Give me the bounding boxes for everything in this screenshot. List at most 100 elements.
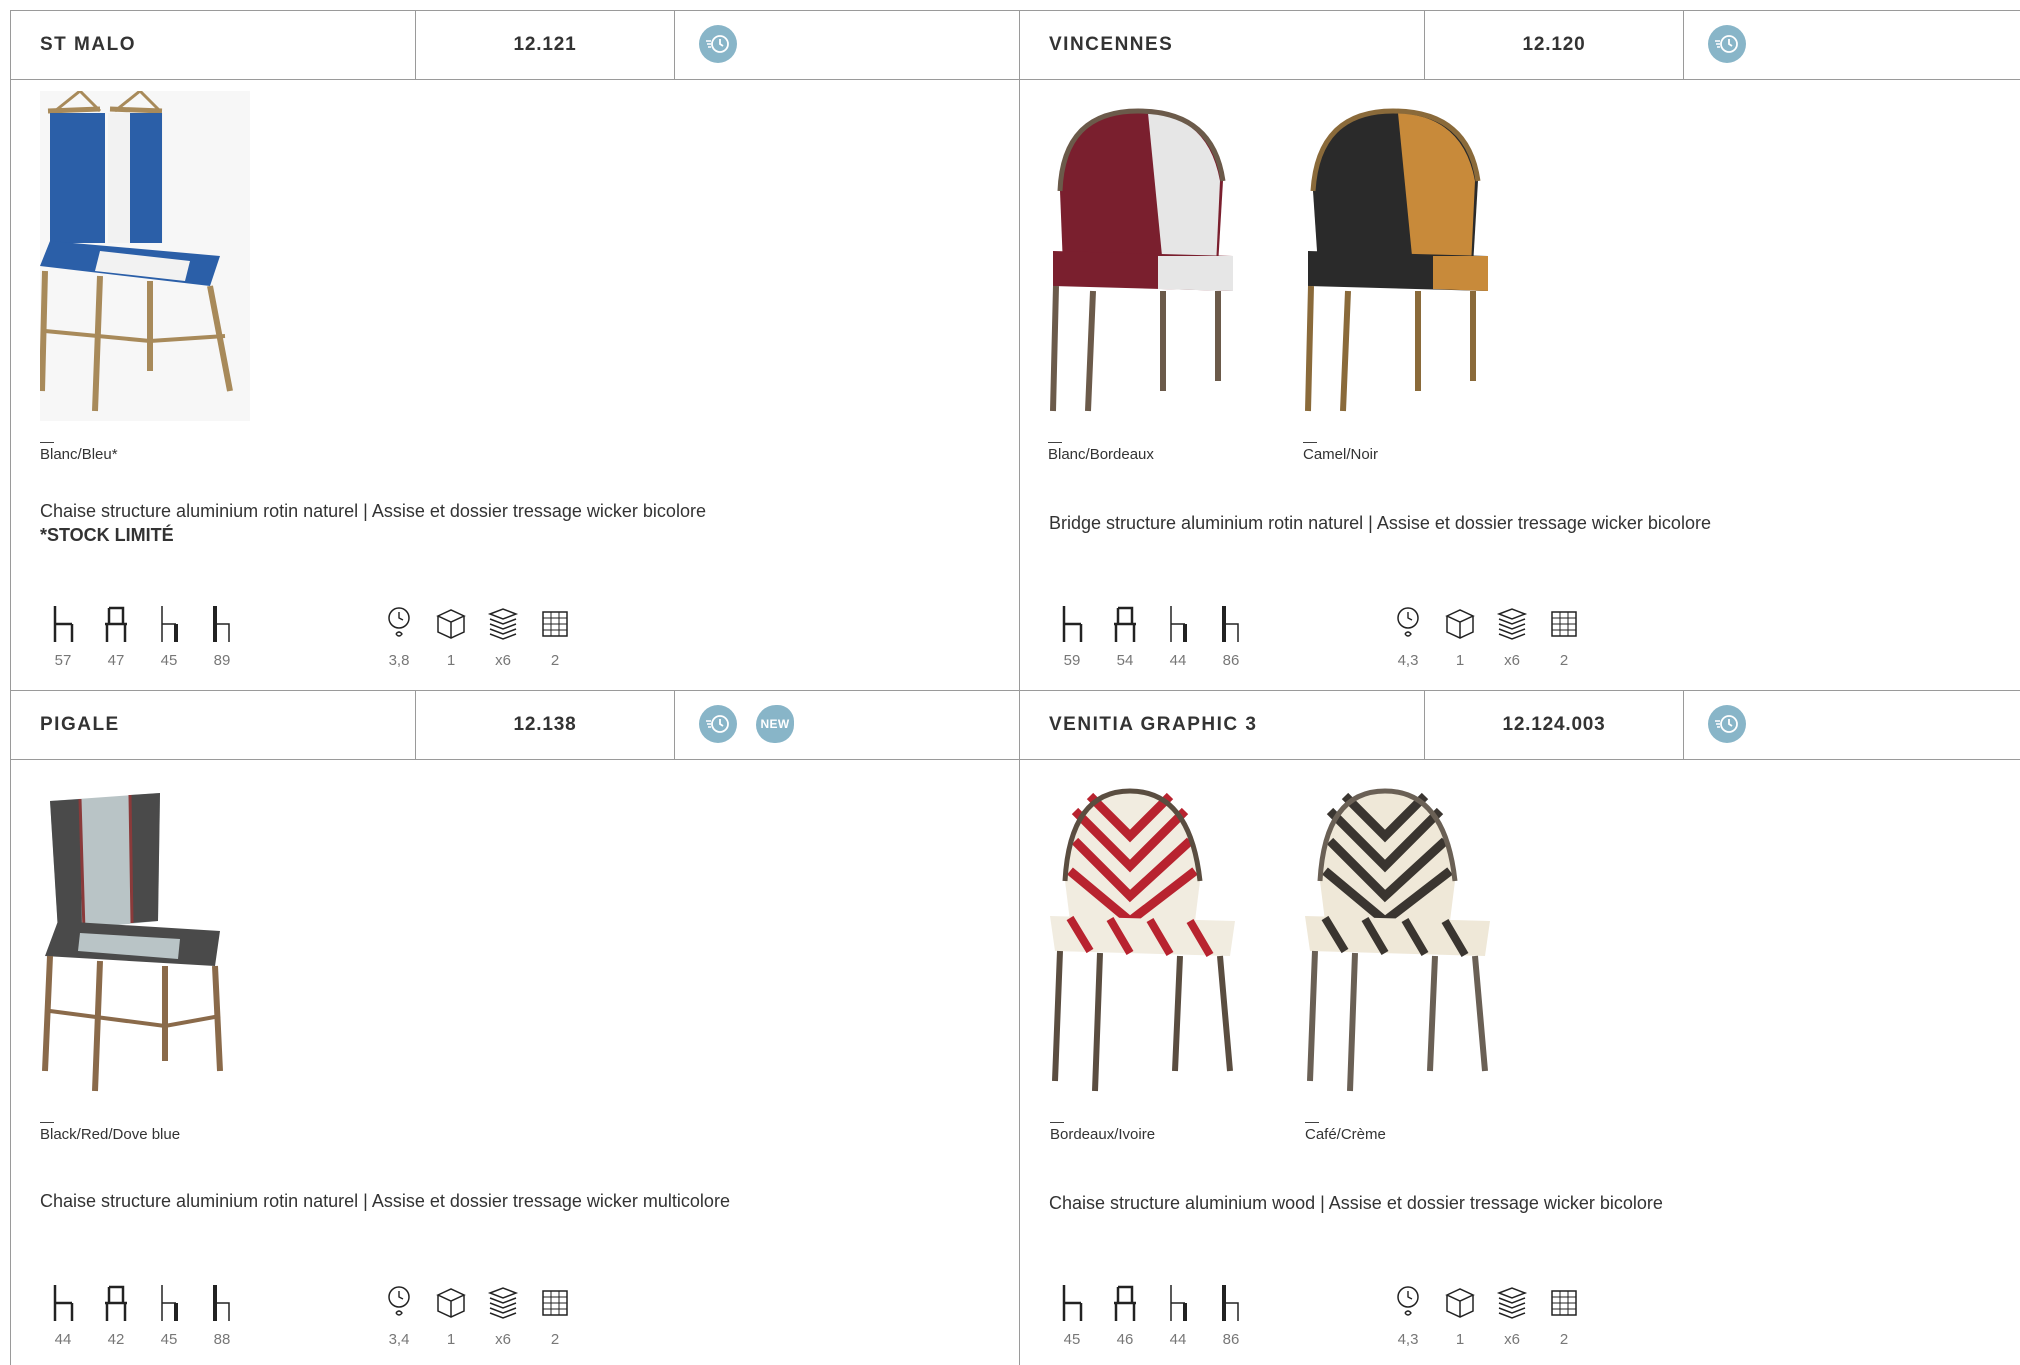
chair-depth-icon xyxy=(105,1285,127,1321)
variant-item: — Café/Crème xyxy=(1305,771,1515,1143)
box-spec: 1 xyxy=(1437,1283,1483,1348)
seat-height-icon xyxy=(161,1285,178,1321)
total-height-value: 88 xyxy=(213,1331,231,1348)
chair-photo-blanc-bleu xyxy=(39,89,250,421)
product-card-st-malo: ST MALO 12.121 — Blanc/Bleu* Chaise stru… xyxy=(11,11,1020,691)
chair-depth-icon xyxy=(105,606,127,642)
product-card-venitia-graphic-3: VENITIA GRAPHIC 3 12.124.003 — Bordeaux/… xyxy=(1020,691,2020,1365)
badge-group xyxy=(1708,25,1746,63)
chair-depth-value: 47 xyxy=(107,652,125,669)
pallet-value: 2 xyxy=(550,1331,560,1348)
weight-value: 4,3 xyxy=(1397,1331,1419,1348)
chair-width-value: 57 xyxy=(54,652,72,669)
box-icon xyxy=(1445,1288,1475,1318)
product-card-pigale: PIGALE 12.138 NEW — Black/Red/Dove blue … xyxy=(11,691,1020,1365)
badge-group: NEW xyxy=(699,705,794,743)
card-header: VENITIA GRAPHIC 3 12.124.003 xyxy=(1020,691,2020,760)
stack-icon xyxy=(1496,1287,1528,1319)
pallet-value: 2 xyxy=(550,652,560,669)
description-text: Chaise structure aluminium wood | Assise… xyxy=(1049,1193,1663,1213)
box-spec: 1 xyxy=(428,1283,474,1348)
chair-photo-blanc-bordeaux xyxy=(1050,108,1233,412)
card-header: ST MALO 12.121 xyxy=(11,11,1019,80)
chair-depth-spec: 47 xyxy=(93,604,139,669)
stock-note: *STOCK LIMITÉ xyxy=(40,525,174,545)
product-reference: 12.138 xyxy=(416,691,675,759)
total-height-spec: 86 xyxy=(1208,604,1254,669)
seat-height-value: 44 xyxy=(1169,1331,1187,1348)
stack-icon xyxy=(487,1287,519,1319)
variant-item: — Blanc/Bordeaux xyxy=(1048,91,1258,463)
total-height-icon xyxy=(213,1285,230,1321)
stack-spec: x6 xyxy=(480,1283,526,1348)
box-quantity-value: 1 xyxy=(446,1331,456,1348)
pallet-icon xyxy=(1551,611,1577,637)
chair-width-icon xyxy=(53,606,74,642)
box-icon xyxy=(436,1288,466,1318)
express-delivery-icon xyxy=(699,25,737,63)
stack-icon xyxy=(1496,608,1528,640)
chair-photo-cafe-creme xyxy=(1305,788,1490,1092)
box-icon xyxy=(1445,609,1475,639)
seat-height-spec: 45 xyxy=(146,604,192,669)
variant-dash: — xyxy=(1050,1113,1064,1129)
chair-depth-value: 46 xyxy=(1116,1331,1134,1348)
stack-value: x6 xyxy=(1504,1331,1520,1348)
pallet-icon xyxy=(542,611,568,637)
stack-spec: x6 xyxy=(1489,604,1535,669)
product-name: VINCENNES xyxy=(1020,11,1425,79)
box-quantity-value: 1 xyxy=(446,652,456,669)
description-text: Chaise structure aluminium rotin naturel… xyxy=(40,1191,730,1211)
variant-dash: — xyxy=(1303,433,1317,449)
chair-depth-value: 42 xyxy=(107,1331,125,1348)
weight-icon xyxy=(1397,607,1419,637)
badge-group xyxy=(1708,705,1746,743)
box-quantity-value: 1 xyxy=(1455,1331,1465,1348)
total-height-value: 86 xyxy=(1222,1331,1240,1348)
stack-value: x6 xyxy=(1504,652,1520,669)
weight-spec: 3,8 xyxy=(376,604,422,669)
product-name: PIGALE xyxy=(11,691,416,759)
weight-spec: 3,4 xyxy=(376,1283,422,1348)
pallet-spec: 2 xyxy=(532,604,578,669)
variant-dash: — xyxy=(40,433,54,449)
description-text: Bridge structure aluminium rotin naturel… xyxy=(1049,513,1711,533)
seat-height-value: 45 xyxy=(160,652,178,669)
product-reference: 12.121 xyxy=(416,11,675,79)
variant-label: Café/Crème xyxy=(1305,1126,1386,1143)
description-text: Chaise structure aluminium rotin naturel… xyxy=(40,501,706,521)
seat-height-value: 45 xyxy=(160,1331,178,1348)
variant-item: — Camel/Noir xyxy=(1303,91,1513,463)
chair-width-spec: 44 xyxy=(40,1283,86,1348)
pallet-value: 2 xyxy=(1559,652,1569,669)
variant-label: Black/Red/Dove blue xyxy=(40,1126,181,1143)
variant-label: Bordeaux/Ivoire xyxy=(1050,1126,1156,1143)
new-badge: NEW xyxy=(756,705,794,743)
pallet-value: 2 xyxy=(1559,1331,1569,1348)
product-name: ST MALO xyxy=(11,11,416,79)
weight-value: 3,8 xyxy=(388,652,410,669)
pallet-spec: 2 xyxy=(1541,604,1587,669)
chair-depth-value: 54 xyxy=(1116,652,1134,669)
seat-height-spec: 44 xyxy=(1155,604,1201,669)
seat-height-icon xyxy=(161,606,178,642)
product-name: VENITIA GRAPHIC 3 xyxy=(1020,691,1425,759)
chair-width-value: 59 xyxy=(1063,652,1081,669)
chair-width-spec: 45 xyxy=(1049,1283,1095,1348)
product-card-vincennes: VINCENNES 12.120 — Blanc/Bordeaux — Came… xyxy=(1020,11,2020,691)
variant-gallery: — Bordeaux/Ivoire — Café/Crème xyxy=(1020,771,2020,1143)
chair-photo-bordeaux-ivoire xyxy=(1050,788,1235,1092)
variant-dash: — xyxy=(1048,433,1062,449)
total-height-spec: 86 xyxy=(1208,1283,1254,1348)
total-height-spec: 88 xyxy=(199,1283,245,1348)
chair-width-value: 45 xyxy=(1063,1331,1081,1348)
chair-width-spec: 57 xyxy=(40,604,86,669)
chair-width-spec: 59 xyxy=(1049,604,1095,669)
pallet-spec: 2 xyxy=(1541,1283,1587,1348)
total-height-icon xyxy=(1222,1285,1239,1321)
box-icon xyxy=(436,609,466,639)
chair-depth-icon xyxy=(1114,606,1136,642)
total-height-spec: 89 xyxy=(199,604,245,669)
pallet-icon xyxy=(1551,1290,1577,1316)
total-height-value: 89 xyxy=(213,652,231,669)
